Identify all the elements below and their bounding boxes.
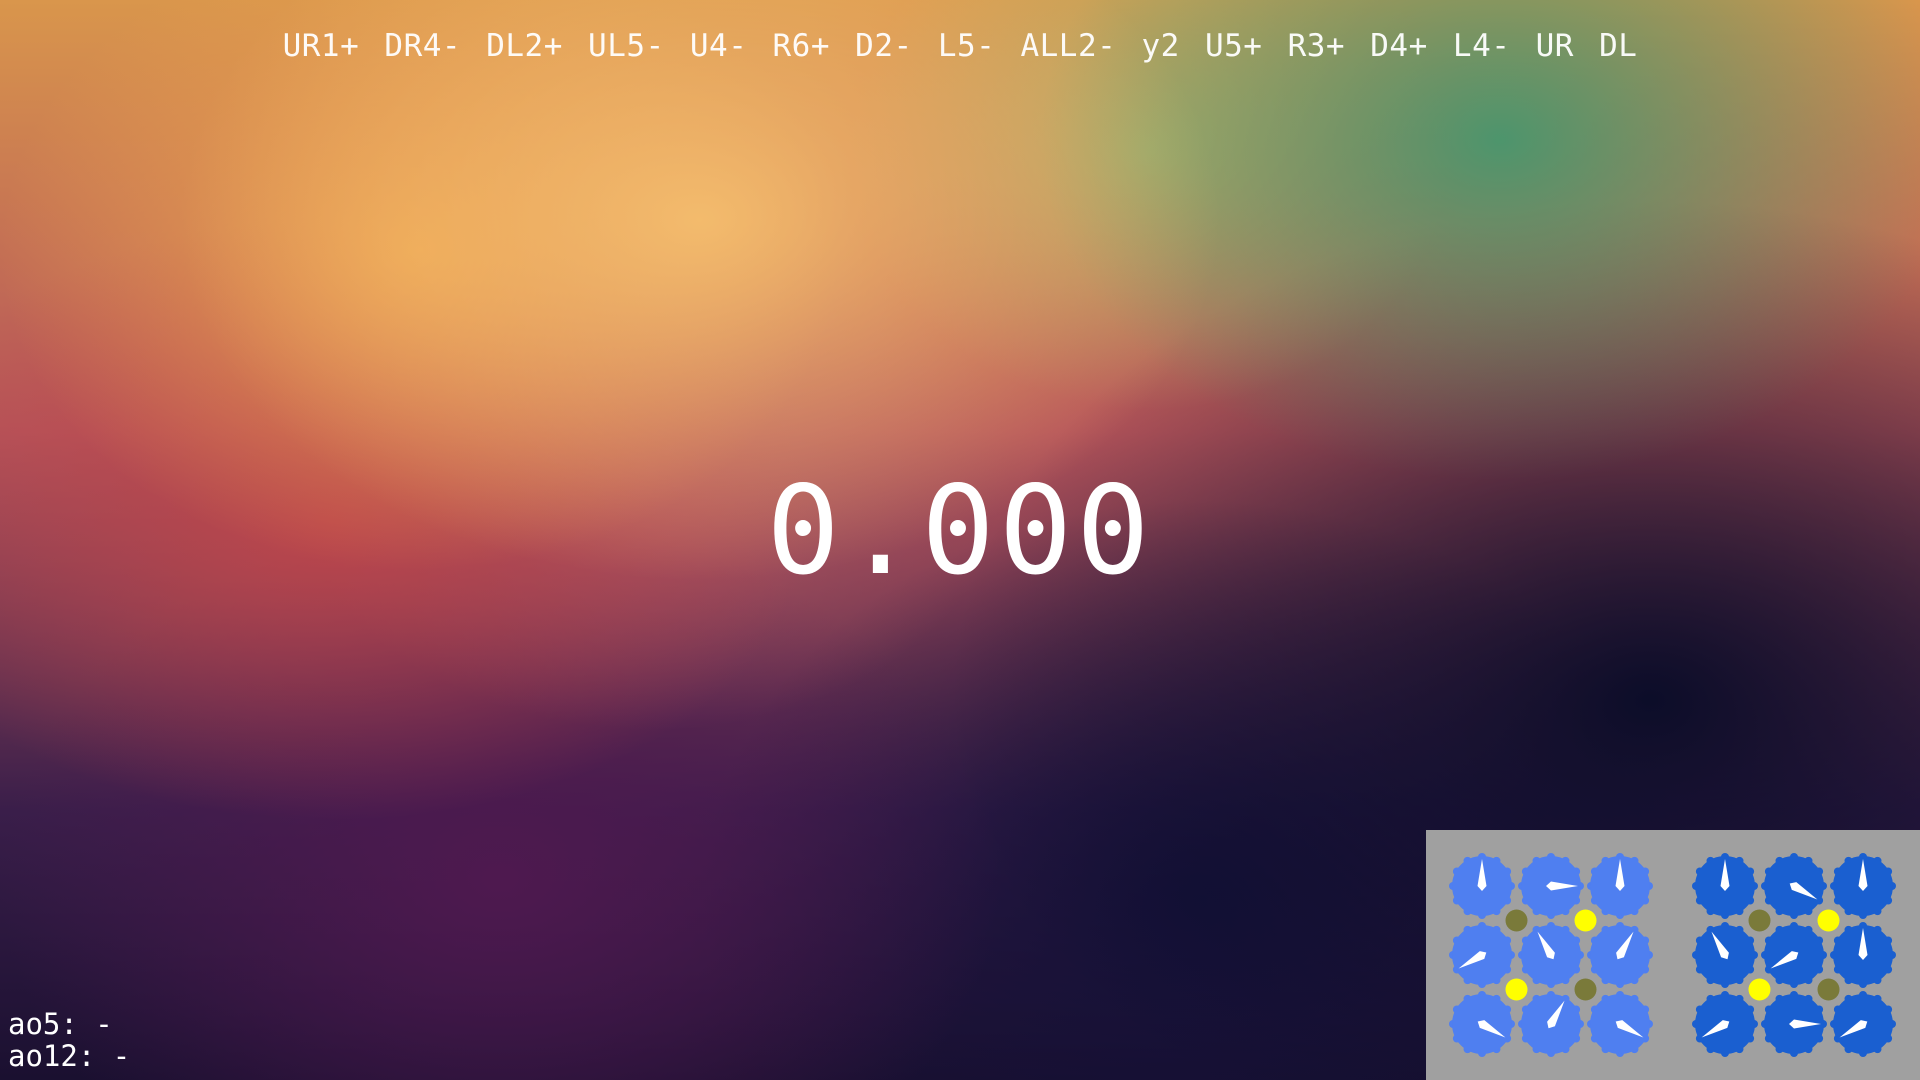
averages-panel: ao5: - ao12: - xyxy=(8,1008,130,1072)
back-clock xyxy=(1830,853,1896,919)
front-clock xyxy=(1518,991,1584,1057)
pin-up xyxy=(1574,909,1597,932)
scramble-text: UR1+ DR4- DL2+ UL5- U4- R6+ D2- L5- ALL2… xyxy=(282,28,1638,64)
front-clock xyxy=(1587,853,1653,919)
front-clock xyxy=(1449,922,1515,988)
back-clock xyxy=(1761,853,1827,919)
ao5-stat: ao5: - xyxy=(8,1007,113,1041)
back-clock xyxy=(1692,922,1758,988)
front-clock xyxy=(1587,922,1653,988)
pin-down xyxy=(1574,978,1597,1001)
front-clock xyxy=(1518,922,1584,988)
back-clock xyxy=(1761,922,1827,988)
pin-down xyxy=(1748,909,1771,932)
back-clock xyxy=(1830,922,1896,988)
front-face xyxy=(1449,853,1653,1057)
front-clock xyxy=(1518,853,1584,919)
timer-display[interactable]: 0.000 xyxy=(0,470,1920,592)
pin-down xyxy=(1505,909,1528,932)
ao12-stat: ao12: - xyxy=(8,1039,131,1073)
back-clock xyxy=(1761,991,1827,1057)
back-clock xyxy=(1692,991,1758,1057)
front-clock xyxy=(1449,853,1515,919)
front-clock xyxy=(1449,991,1515,1057)
clock-scramble-preview xyxy=(1426,830,1920,1080)
back-face xyxy=(1692,853,1896,1057)
front-clock xyxy=(1587,991,1653,1057)
back-clock xyxy=(1692,853,1758,919)
back-clock xyxy=(1830,991,1896,1057)
pin-down xyxy=(1817,978,1840,1001)
pin-up xyxy=(1505,978,1528,1001)
pin-up xyxy=(1817,909,1840,932)
pin-up xyxy=(1748,978,1771,1001)
clock-preview-svg xyxy=(1449,853,1896,1057)
